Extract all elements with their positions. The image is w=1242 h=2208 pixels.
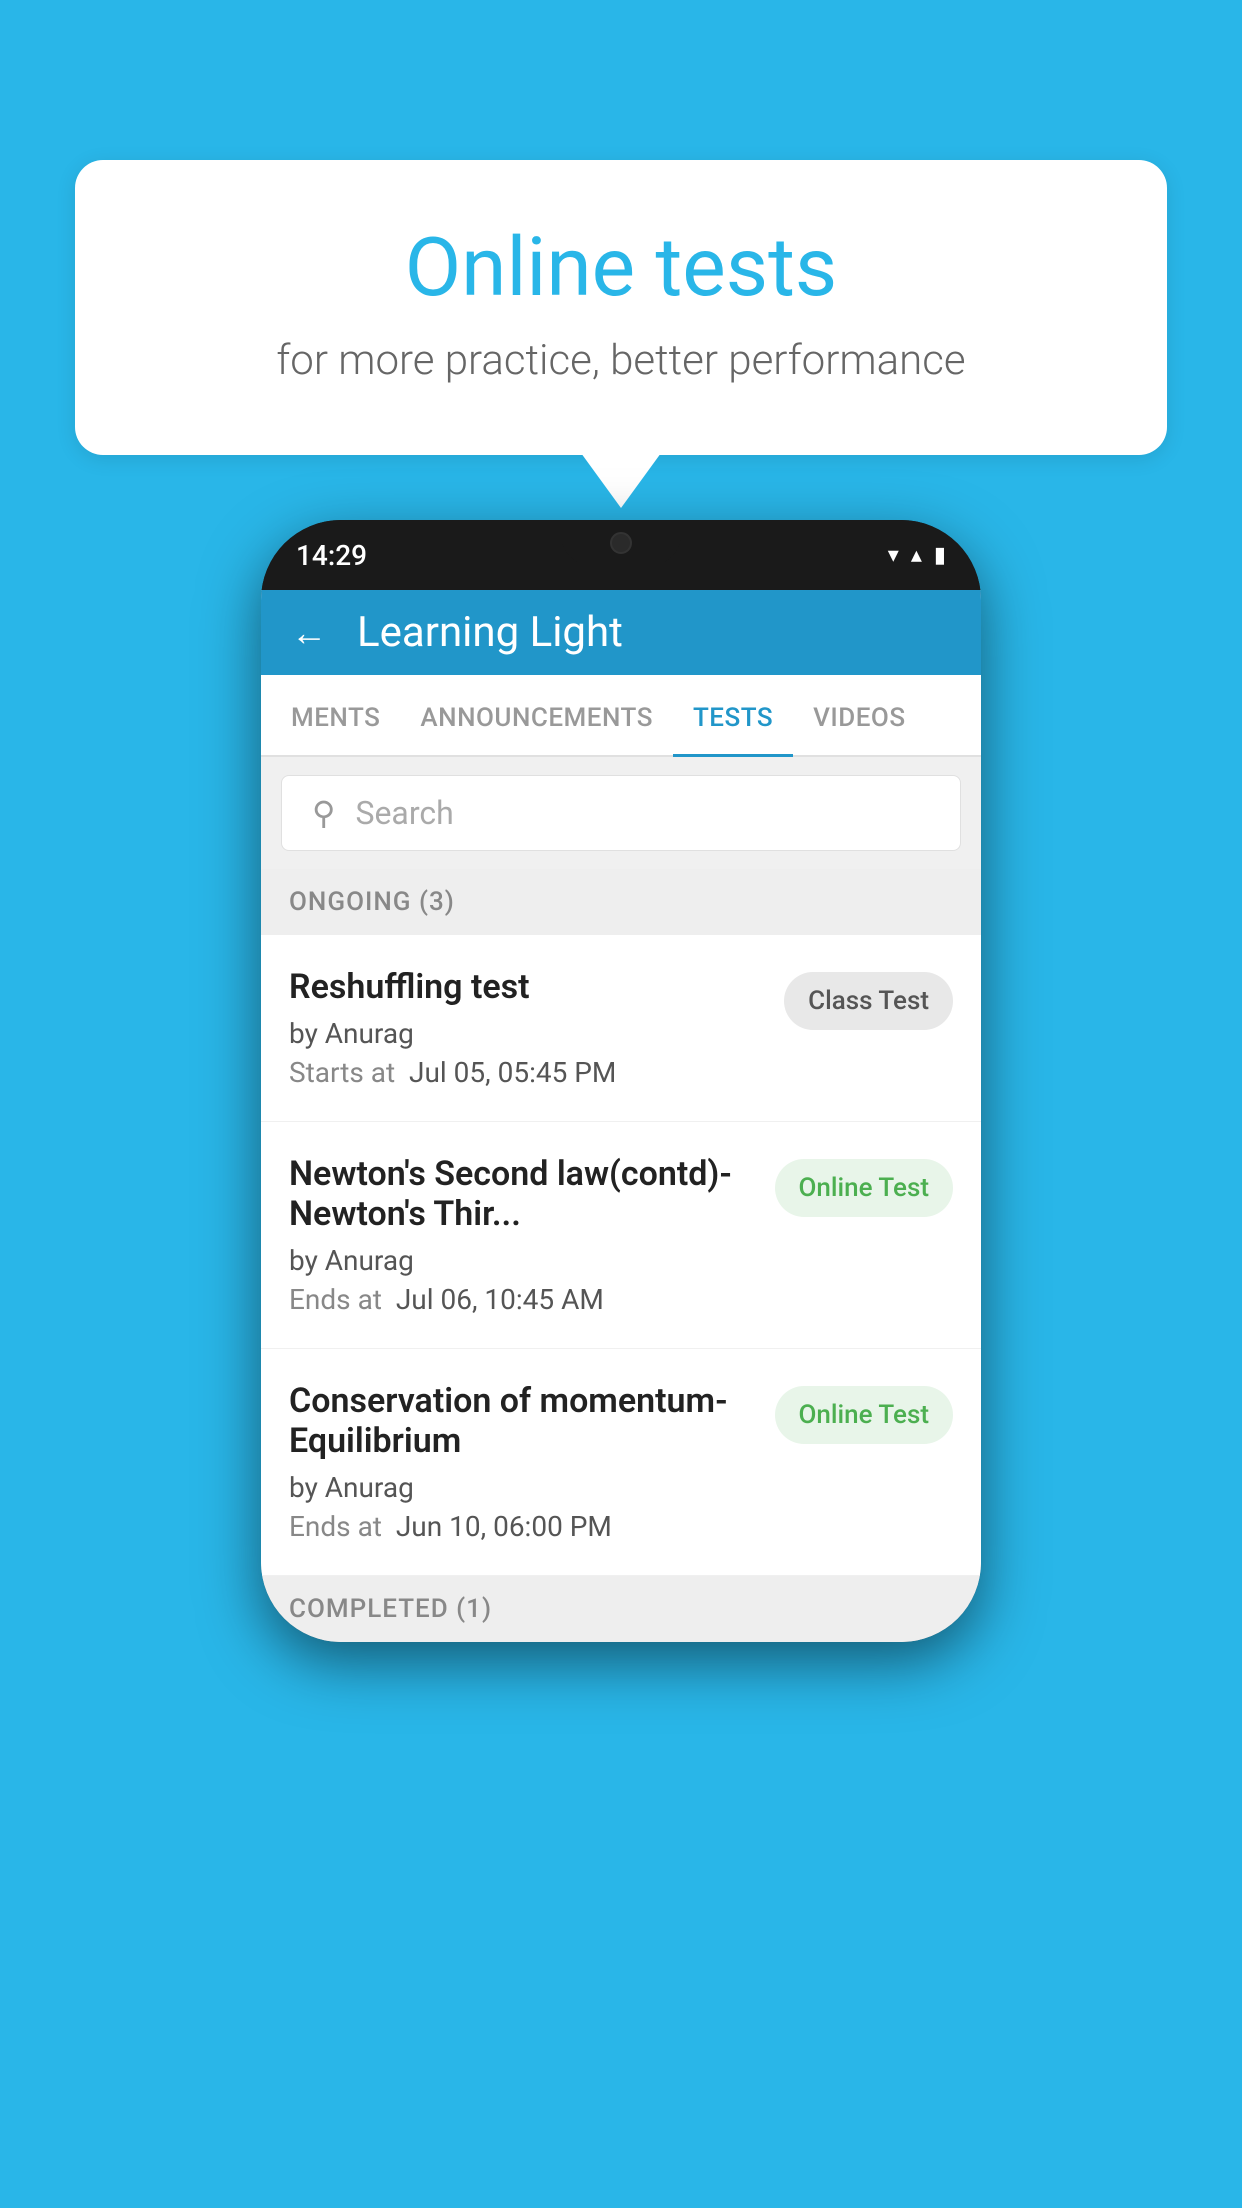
completed-label: COMPLETED (1) (289, 1594, 492, 1624)
status-icons: ▾ ▴ ▮ (888, 543, 946, 568)
time-label: Ends at (289, 1510, 382, 1543)
test-info: Newton's Second law(contd)-Newton's Thir… (289, 1154, 755, 1316)
badge-class-test: Class Test (784, 972, 953, 1030)
signal-icon: ▴ (911, 543, 922, 568)
test-item[interactable]: Reshuffling test by Anurag Starts at Jul… (261, 935, 981, 1122)
time-value: Jul 06, 10:45 AM (396, 1283, 604, 1316)
search-bar[interactable]: ⚲ Search (281, 775, 961, 851)
test-item[interactable]: Conservation of momentum-Equilibrium by … (261, 1349, 981, 1576)
tab-ments[interactable]: MENTS (271, 675, 400, 755)
wifi-icon: ▾ (888, 543, 899, 568)
status-bar: 14:29 ▾ ▴ ▮ (261, 520, 981, 590)
tab-bar: MENTS ANNOUNCEMENTS TESTS VIDEOS (261, 675, 981, 757)
test-time: Ends at Jun 10, 06:00 PM (289, 1510, 755, 1543)
phone-screen: ← Learning Light MENTS ANNOUNCEMENTS TES… (261, 590, 981, 1642)
time-label: Starts at (289, 1056, 395, 1089)
search-icon: ⚲ (312, 794, 335, 832)
speech-bubble: Online tests for more practice, better p… (75, 160, 1167, 455)
test-time: Starts at Jul 05, 05:45 PM (289, 1056, 764, 1089)
app-header: ← Learning Light (261, 590, 981, 675)
test-info: Reshuffling test by Anurag Starts at Jul… (289, 967, 764, 1089)
time-value: Jun 10, 06:00 PM (396, 1510, 612, 1543)
search-placeholder: Search (355, 794, 453, 832)
test-name: Conservation of momentum-Equilibrium (289, 1381, 755, 1461)
phone-container: 14:29 ▾ ▴ ▮ ← Learning Light MENTS (261, 520, 981, 1642)
speech-bubble-tail (581, 453, 661, 508)
status-time: 14:29 (296, 539, 367, 572)
tab-announcements[interactable]: ANNOUNCEMENTS (400, 675, 673, 755)
test-list: Reshuffling test by Anurag Starts at Jul… (261, 935, 981, 1576)
phone-frame: 14:29 ▾ ▴ ▮ ← Learning Light MENTS (261, 520, 981, 1642)
notch (561, 520, 681, 565)
time-value: Jul 05, 05:45 PM (409, 1056, 616, 1089)
battery-icon: ▮ (934, 543, 946, 568)
back-button[interactable]: ← (291, 612, 327, 654)
tab-videos[interactable]: VIDEOS (793, 675, 925, 755)
camera (610, 532, 632, 554)
bubble-subtitle: for more practice, better performance (155, 336, 1087, 385)
test-name: Newton's Second law(contd)-Newton's Thir… (289, 1154, 755, 1234)
app-title: Learning Light (357, 608, 623, 657)
speech-bubble-container: Online tests for more practice, better p… (75, 160, 1167, 508)
ongoing-label: ONGOING (3) (289, 887, 455, 917)
test-author: by Anurag (289, 1017, 764, 1050)
test-item[interactable]: Newton's Second law(contd)-Newton's Thir… (261, 1122, 981, 1349)
test-author: by Anurag (289, 1471, 755, 1504)
completed-section-header: COMPLETED (1) (261, 1576, 981, 1642)
bubble-title: Online tests (155, 220, 1087, 316)
test-name: Reshuffling test (289, 967, 764, 1007)
badge-online-test: Online Test (775, 1159, 954, 1217)
ongoing-section-header: ONGOING (3) (261, 869, 981, 935)
time-label: Ends at (289, 1283, 382, 1316)
test-info: Conservation of momentum-Equilibrium by … (289, 1381, 755, 1543)
tab-tests[interactable]: TESTS (673, 675, 793, 755)
badge-online-test-2: Online Test (775, 1386, 954, 1444)
test-author: by Anurag (289, 1244, 755, 1277)
test-time: Ends at Jul 06, 10:45 AM (289, 1283, 755, 1316)
search-container: ⚲ Search (261, 757, 981, 869)
